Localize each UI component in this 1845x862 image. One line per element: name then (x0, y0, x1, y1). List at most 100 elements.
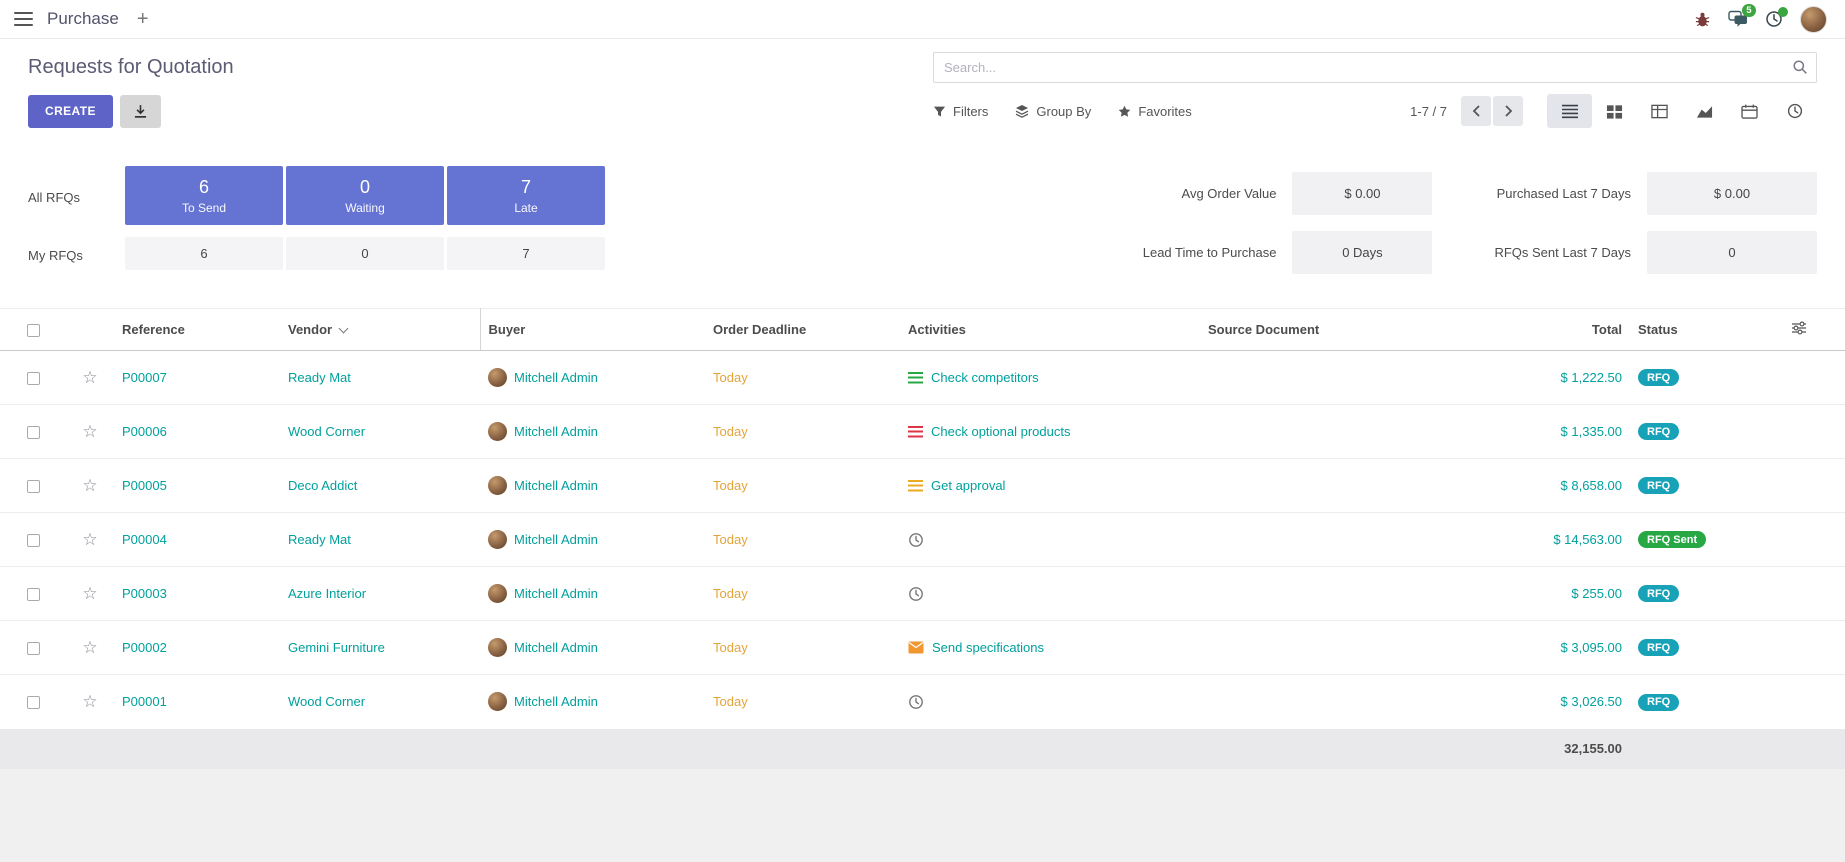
favorite-star-icon[interactable]: ☆ (82, 422, 97, 441)
rfqs-sent-last-7-days: 0 (1647, 231, 1817, 274)
reference-link[interactable]: P00005 (122, 478, 167, 493)
total-amount: $ 1,335.00 (1561, 424, 1622, 439)
tile-late[interactable]: 7 Late (447, 166, 605, 225)
activity-link[interactable]: Get approval (931, 478, 1005, 493)
status-badge: RFQ (1638, 694, 1679, 711)
activity-list-icon[interactable] (908, 426, 923, 438)
activity-link[interactable]: Send specifications (932, 640, 1044, 655)
page-title: Requests for Quotation (28, 56, 234, 79)
buyer-link[interactable]: Mitchell Admin (514, 640, 598, 655)
table-row[interactable]: ☆ P00004 Ready Mat Mitchell Admin Today … (0, 513, 1845, 567)
user-avatar[interactable] (1800, 6, 1827, 33)
row-checkbox[interactable] (27, 696, 40, 709)
table-row[interactable]: ☆ P00001 Wood Corner Mitchell Admin Toda… (0, 675, 1845, 729)
search-input[interactable] (933, 52, 1817, 83)
column-header-buyer[interactable]: Buyer (480, 309, 705, 351)
select-all-checkbox[interactable] (27, 324, 40, 337)
avg-order-value: $ 0.00 (1292, 172, 1432, 215)
pivot-view-button[interactable] (1637, 94, 1682, 128)
group-by-button[interactable]: Group By (1015, 104, 1091, 119)
column-header-status[interactable]: Status (1630, 309, 1735, 351)
row-checkbox[interactable] (27, 534, 40, 547)
activity-clock-icon[interactable] (908, 532, 924, 548)
vendor-link[interactable]: Ready Mat (288, 370, 351, 385)
buyer-link[interactable]: Mitchell Admin (514, 586, 598, 601)
favorite-star-icon[interactable]: ☆ (82, 368, 97, 387)
activity-view-button[interactable] (1772, 94, 1817, 128)
buyer-link[interactable]: Mitchell Admin (514, 424, 598, 439)
favorites-button[interactable]: Favorites (1118, 104, 1191, 119)
activity-link[interactable]: Check competitors (931, 370, 1039, 385)
buyer-avatar (488, 476, 507, 495)
favorite-star-icon[interactable]: ☆ (82, 530, 97, 549)
activity-list-icon[interactable] (908, 480, 923, 492)
row-checkbox[interactable] (27, 588, 40, 601)
favorite-star-icon[interactable]: ☆ (82, 476, 97, 495)
tile-my-waiting[interactable]: 0 (286, 237, 444, 270)
activities-clock-icon[interactable] (1765, 10, 1783, 28)
tile-my-late[interactable]: 7 (447, 237, 605, 270)
table-row[interactable]: ☆ P00002 Gemini Furniture Mitchell Admin… (0, 621, 1845, 675)
favorite-star-icon[interactable]: ☆ (82, 584, 97, 603)
activity-clock-icon[interactable] (908, 694, 924, 710)
vendor-link[interactable]: Gemini Furniture (288, 640, 385, 655)
tile-to-send[interactable]: 6 To Send (125, 166, 283, 225)
activity-list-icon[interactable] (908, 372, 923, 384)
buyer-link[interactable]: Mitchell Admin (514, 532, 598, 547)
page-background (0, 769, 1845, 862)
table-row[interactable]: ☆ P00005 Deco Addict Mitchell Admin Toda… (0, 459, 1845, 513)
vendor-link[interactable]: Wood Corner (288, 424, 365, 439)
reference-link[interactable]: P00006 (122, 424, 167, 439)
activity-envelope-icon[interactable] (908, 641, 924, 654)
top-navbar: Purchase + 5 (0, 0, 1845, 39)
buyer-link[interactable]: Mitchell Admin (514, 370, 598, 385)
column-header-vendor[interactable]: Vendor (280, 309, 480, 351)
activity-clock-icon[interactable] (908, 586, 924, 602)
app-name[interactable]: Purchase (47, 9, 119, 29)
rfqs-sent-last-7-days-label: RFQs Sent Last 7 Days (1494, 245, 1631, 260)
kanban-view-button[interactable] (1592, 94, 1637, 128)
reference-link[interactable]: P00003 (122, 586, 167, 601)
row-checkbox[interactable] (27, 372, 40, 385)
favorite-star-icon[interactable]: ☆ (82, 638, 97, 657)
optional-columns-icon[interactable] (1791, 321, 1807, 335)
reference-link[interactable]: P00004 (122, 532, 167, 547)
vendor-link[interactable]: Azure Interior (288, 586, 366, 601)
table-row[interactable]: ☆ P00006 Wood Corner Mitchell Admin Toda… (0, 405, 1845, 459)
new-record-plus-icon[interactable]: + (137, 9, 149, 29)
column-header-total[interactable]: Total (1480, 309, 1630, 351)
list-view-button[interactable] (1547, 94, 1592, 128)
vendor-link[interactable]: Deco Addict (288, 478, 357, 493)
column-header-activities[interactable]: Activities (900, 309, 1200, 351)
row-checkbox[interactable] (27, 480, 40, 493)
source-document (1200, 567, 1480, 621)
debug-bug-icon[interactable] (1694, 11, 1711, 28)
pager-next-button[interactable] (1493, 96, 1523, 126)
calendar-view-button[interactable] (1727, 94, 1772, 128)
table-row[interactable]: ☆ P00003 Azure Interior Mitchell Admin T… (0, 567, 1845, 621)
filters-button[interactable]: Filters (933, 104, 988, 119)
graph-view-button[interactable] (1682, 94, 1727, 128)
apps-menu-icon[interactable] (14, 12, 33, 27)
pager-previous-button[interactable] (1461, 96, 1491, 126)
vendor-link[interactable]: Wood Corner (288, 694, 365, 709)
buyer-link[interactable]: Mitchell Admin (514, 478, 598, 493)
export-button[interactable] (120, 95, 161, 128)
reference-link[interactable]: P00001 (122, 694, 167, 709)
buyer-link[interactable]: Mitchell Admin (514, 694, 598, 709)
create-button[interactable]: CREATE (28, 95, 113, 128)
vendor-link[interactable]: Ready Mat (288, 532, 351, 547)
reference-link[interactable]: P00002 (122, 640, 167, 655)
row-checkbox[interactable] (27, 426, 40, 439)
table-row[interactable]: ☆ P00007 Ready Mat Mitchell Admin Today … (0, 351, 1845, 405)
row-checkbox[interactable] (27, 642, 40, 655)
column-header-source-document[interactable]: Source Document (1200, 309, 1480, 351)
messages-icon[interactable]: 5 (1728, 10, 1748, 28)
column-header-order-deadline[interactable]: Order Deadline (705, 309, 900, 351)
reference-link[interactable]: P00007 (122, 370, 167, 385)
column-header-reference[interactable]: Reference (114, 309, 280, 351)
favorite-star-icon[interactable]: ☆ (82, 692, 97, 711)
tile-waiting[interactable]: 0 Waiting (286, 166, 444, 225)
activity-link[interactable]: Check optional products (931, 424, 1070, 439)
tile-my-to-send[interactable]: 6 (125, 237, 283, 270)
